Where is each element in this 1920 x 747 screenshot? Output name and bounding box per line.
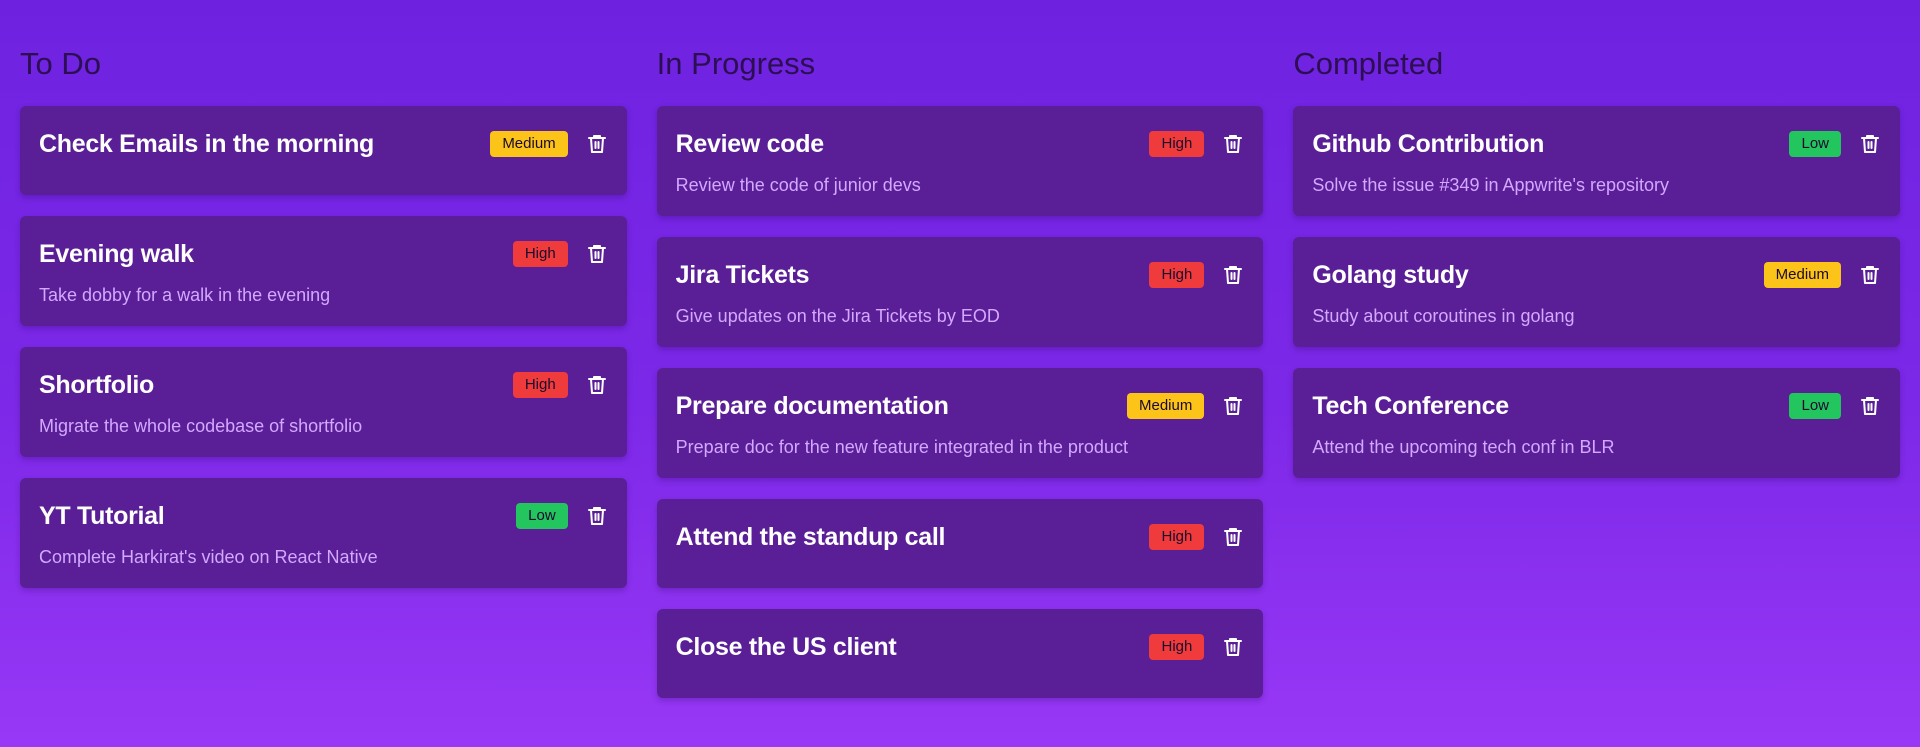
column-completed: Completed Github Contribution Low Solve th… xyxy=(1293,44,1901,698)
task-title: Attend the standup call xyxy=(675,522,946,551)
task-actions: Medium xyxy=(1126,393,1244,419)
task-description: Solve the issue #349 in Appwrite's repos… xyxy=(1312,175,1669,195)
trash-icon[interactable] xyxy=(1222,395,1244,417)
task-description: Attend the upcoming tech conf in BLR xyxy=(1312,437,1615,457)
priority-badge: Low xyxy=(1789,393,1842,419)
task-card-header: Golang study Medium xyxy=(1312,259,1881,291)
task-description: Study about coroutines in golang xyxy=(1312,306,1575,326)
column-title: To Do xyxy=(20,46,101,81)
task-description: Prepare doc for the new feature integrat… xyxy=(675,437,1128,457)
priority-badge: Low xyxy=(1789,131,1842,157)
card-list: Review code High Review the code of junior… xyxy=(656,106,1264,698)
task-title: YT Tutorial xyxy=(39,501,165,530)
task-title: Jira Tickets xyxy=(675,260,810,289)
task-card[interactable]: Tech Conference Low Attend the upcoming te… xyxy=(1293,368,1901,478)
task-card-header: Evening walk High xyxy=(39,238,608,270)
task-title: Prepare documentation xyxy=(675,391,949,420)
task-description: Give updates on the Jira Tickets by EOD xyxy=(675,306,1000,326)
priority-badge: High xyxy=(512,241,568,267)
task-card[interactable]: Check Emails in the morning Medium xyxy=(20,106,627,195)
priority-badge: High xyxy=(1149,262,1205,288)
trash-icon[interactable] xyxy=(1222,264,1244,286)
task-card[interactable]: Review code High Review the code of junior… xyxy=(656,106,1264,216)
task-actions: High xyxy=(1149,262,1244,288)
task-title: Check Emails in the morning xyxy=(39,129,375,158)
task-card-header: Shortfolio High xyxy=(39,369,608,401)
task-title: Evening walk xyxy=(39,239,194,268)
task-actions: Low xyxy=(1789,393,1881,419)
column-in-progress: In Progress Review code High Review the co… xyxy=(656,44,1264,698)
task-title: Close the US client xyxy=(675,632,897,661)
task-title: Shortfolio xyxy=(39,370,155,399)
task-card[interactable]: Close the US client High xyxy=(656,609,1264,698)
trash-icon[interactable] xyxy=(1859,264,1881,286)
task-card[interactable]: Golang study Medium Study about coroutines… xyxy=(1293,237,1901,347)
priority-badge: High xyxy=(1149,634,1205,660)
column-title: Completed xyxy=(1293,46,1444,81)
priority-badge: Medium xyxy=(1126,393,1205,419)
task-actions: High xyxy=(1149,131,1244,157)
task-card-header: YT Tutorial Low xyxy=(39,500,608,532)
trash-icon[interactable] xyxy=(586,243,608,265)
priority-badge: Low xyxy=(516,503,568,529)
task-card-header: Prepare documentation Medium xyxy=(676,390,1245,422)
task-card-header: Review code High xyxy=(676,128,1245,160)
task-card[interactable]: Jira Tickets High Give updates on the Jira… xyxy=(656,237,1264,347)
trash-icon[interactable] xyxy=(1859,395,1881,417)
task-actions: High xyxy=(1149,634,1244,660)
task-actions: Low xyxy=(516,503,608,529)
priority-badge: Medium xyxy=(1763,262,1842,288)
task-card[interactable]: Prepare documentation Medium Prepare doc f… xyxy=(656,368,1264,478)
task-actions: Medium xyxy=(490,131,607,157)
task-actions: High xyxy=(1149,524,1244,550)
priority-badge: Medium xyxy=(490,131,568,157)
trash-icon[interactable] xyxy=(1859,133,1881,155)
trash-icon[interactable] xyxy=(1222,526,1244,548)
trash-icon[interactable] xyxy=(1222,133,1244,155)
task-card[interactable]: Github Contribution Low Solve the issue #3… xyxy=(1293,106,1901,216)
card-list: Check Emails in the morning Medium Evening… xyxy=(20,106,627,588)
task-card-header: Tech Conference Low xyxy=(1312,390,1881,422)
task-card[interactable]: YT Tutorial Low Complete Harkirat's video … xyxy=(20,478,627,588)
task-actions: Medium xyxy=(1763,262,1881,288)
task-title: Tech Conference xyxy=(1312,391,1509,420)
task-description: Take dobby for a walk in the evening xyxy=(39,285,331,305)
column-title: In Progress xyxy=(656,46,816,81)
task-title: Golang study xyxy=(1312,260,1469,289)
priority-badge: High xyxy=(1149,524,1205,550)
trash-icon[interactable] xyxy=(1222,636,1244,658)
column-todo: To Do Check Emails in the morning Medium E… xyxy=(20,44,627,698)
task-description: Complete Harkirat's video on React Nativ… xyxy=(39,547,378,567)
task-description: Migrate the whole codebase of shortfolio xyxy=(39,416,363,436)
task-card-header: Jira Tickets High xyxy=(676,259,1245,291)
trash-icon[interactable] xyxy=(586,133,608,155)
task-actions: High xyxy=(512,372,608,398)
task-title: Github Contribution xyxy=(1312,129,1545,158)
priority-badge: High xyxy=(512,372,568,398)
task-actions: Low xyxy=(1789,131,1881,157)
task-card-header: Check Emails in the morning Medium xyxy=(39,128,608,160)
kanban-board: To Do Check Emails in the morning Medium E… xyxy=(0,0,1920,698)
trash-icon[interactable] xyxy=(586,374,608,396)
task-card-header: Github Contribution Low xyxy=(1312,128,1881,160)
task-description: Review the code of junior devs xyxy=(675,175,921,195)
task-card[interactable]: Evening walk High Take dobby for a walk in… xyxy=(20,216,627,326)
task-card-header: Close the US client High xyxy=(676,631,1245,663)
task-actions: High xyxy=(512,241,608,267)
card-list: Github Contribution Low Solve the issue #3… xyxy=(1293,106,1901,478)
priority-badge: High xyxy=(1149,131,1205,157)
task-card[interactable]: Shortfolio High Migrate the whole codebase… xyxy=(20,347,627,457)
task-title: Review code xyxy=(675,129,824,158)
trash-icon[interactable] xyxy=(586,505,608,527)
task-card-header: Attend the standup call High xyxy=(676,521,1245,553)
task-card[interactable]: Attend the standup call High xyxy=(656,499,1264,588)
